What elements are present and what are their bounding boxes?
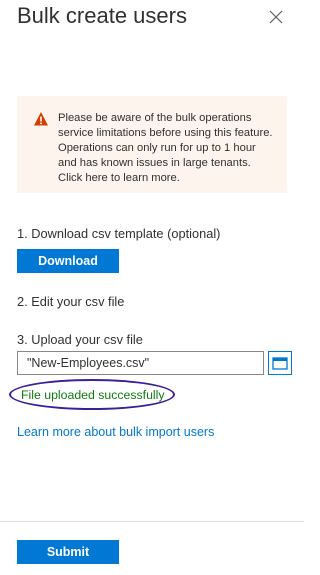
step-download-label: 1. Download csv template (optional) [17,226,221,241]
close-icon [269,10,283,24]
browse-button[interactable] [268,351,292,375]
step-upload-label: 3. Upload your csv file [17,332,143,347]
close-button[interactable] [268,9,284,25]
folder-icon [272,357,288,370]
notice-banner: Please be aware of the bulk operations s… [17,96,287,193]
step-edit-label: 2. Edit your csv file [17,294,125,309]
notice-text[interactable]: Please be aware of the bulk operations s… [58,111,276,186]
highlight-ellipse [9,379,175,410]
download-button[interactable]: Download [17,249,119,273]
page-title: Bulk create users [17,3,187,28]
warning-icon [34,112,48,126]
submit-button[interactable]: Submit [17,540,119,564]
footer-divider [0,521,304,522]
file-input[interactable]: "New-Employees.csv" [17,351,264,375]
learn-more-link[interactable]: Learn more about bulk import users [17,425,214,439]
